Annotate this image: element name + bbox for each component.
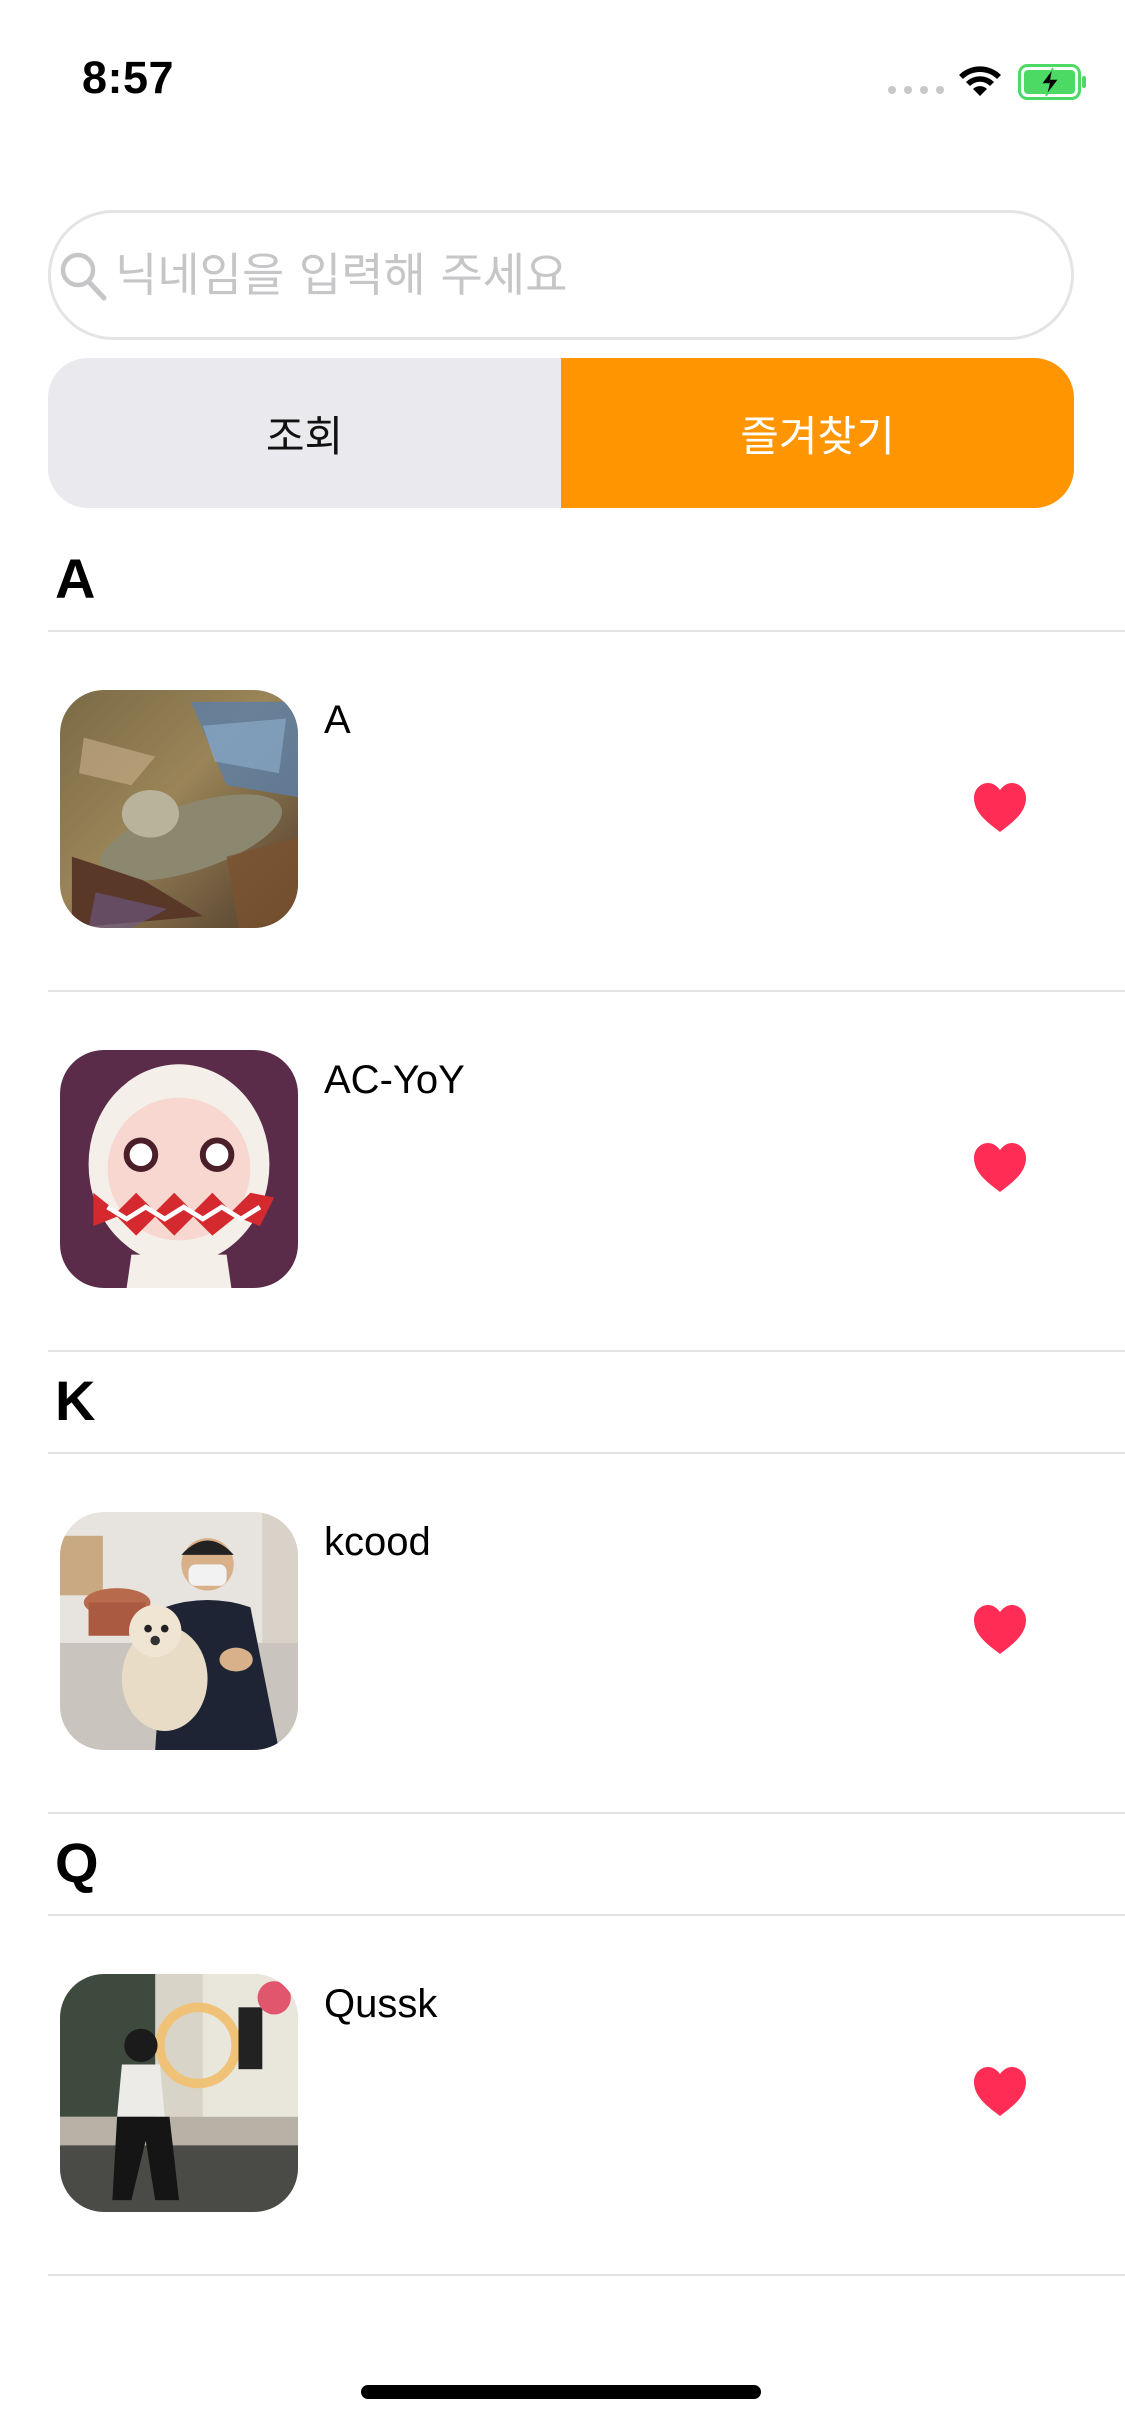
avatar [60, 690, 298, 928]
list-item[interactable]: Qussk [0, 1916, 1125, 2274]
section-header: K [0, 1352, 1125, 1452]
segmented-control: 조회 즐겨찾기 [48, 358, 1074, 508]
heart-icon[interactable] [972, 782, 1028, 834]
search-input[interactable] [115, 248, 1071, 302]
search-icon [60, 252, 107, 301]
avatar [60, 1512, 298, 1750]
heart-icon[interactable] [972, 1142, 1028, 1194]
favorites-list: A A AC-YoY K kcood Q Qussk [0, 530, 1125, 2276]
item-name: kcood [324, 1520, 431, 1564]
divider [48, 2274, 1125, 2276]
list-item[interactable]: A [0, 632, 1125, 990]
section-title: K [55, 1369, 96, 1432]
status-bar: 8:57 [0, 0, 1125, 132]
item-name: Qussk [324, 1982, 438, 2026]
screen: 8:57 조회 즐겨찾기 [0, 0, 1125, 2436]
search-bar[interactable] [48, 210, 1074, 340]
section-title: Q [55, 1831, 99, 1894]
segment-favorites[interactable]: 즐겨찾기 [561, 358, 1074, 508]
section-header: Q [0, 1814, 1125, 1914]
battery-icon [1018, 64, 1086, 100]
avatar [60, 1974, 298, 2212]
item-name: AC-YoY [324, 1058, 465, 1102]
status-time: 8:57 [82, 52, 175, 103]
avatar [60, 1050, 298, 1288]
segment-lookup[interactable]: 조회 [48, 358, 561, 508]
heart-icon[interactable] [972, 1604, 1028, 1656]
section-header: A [0, 530, 1125, 630]
heart-icon[interactable] [972, 2066, 1028, 2118]
segment-lookup-label: 조회 [265, 411, 344, 461]
cellular-signal-icon [888, 86, 944, 94]
segment-favorites-label: 즐겨찾기 [740, 411, 895, 461]
list-item[interactable]: kcood [0, 1454, 1125, 1812]
home-indicator[interactable] [361, 2385, 761, 2399]
section-title: A [55, 547, 96, 610]
list-item[interactable]: AC-YoY [0, 992, 1125, 1350]
wifi-icon [959, 66, 1001, 96]
item-name: A [324, 698, 351, 742]
